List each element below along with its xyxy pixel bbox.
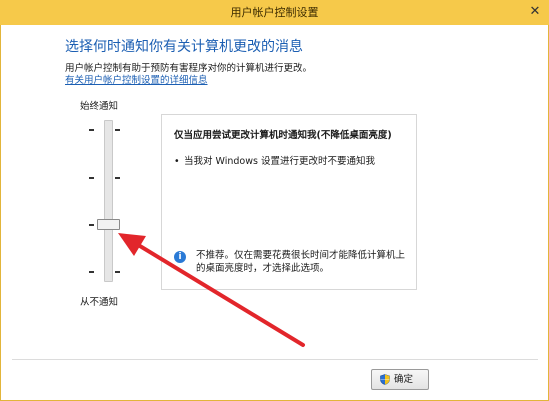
annotation-arrow xyxy=(118,233,305,347)
